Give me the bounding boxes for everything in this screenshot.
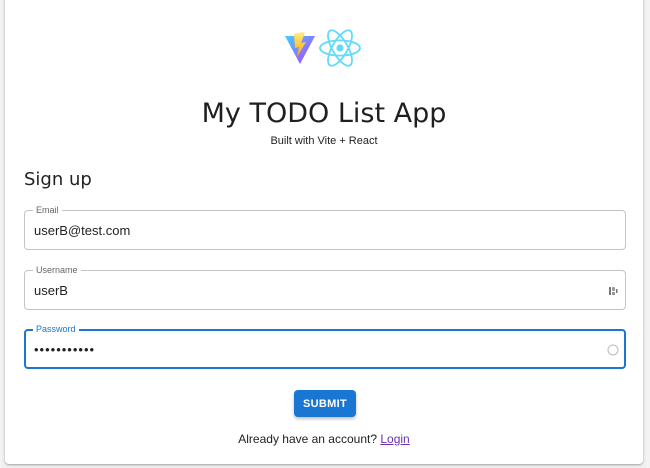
vite-logo-icon: [284, 31, 316, 65]
logo-row: [5, 26, 643, 70]
submit-button[interactable]: SUBMIT: [294, 390, 356, 417]
username-field-label: Username: [33, 264, 81, 276]
login-prompt-text: Already have an account?: [238, 432, 378, 446]
email-field-value[interactable]: userB@test.com: [34, 223, 130, 238]
username-field[interactable]: Username userB: [24, 264, 626, 310]
password-field-label: Password: [33, 323, 79, 335]
email-field[interactable]: Email userB@test.com: [24, 204, 626, 250]
page-subtitle: Built with Vite + React: [270, 135, 378, 147]
login-prompt: Already have an account? Login: [5, 432, 643, 446]
username-field-value[interactable]: userB: [34, 283, 68, 298]
email-field-label: Email: [33, 204, 62, 216]
password-manager-icon[interactable]: [607, 284, 619, 296]
react-logo-icon: [316, 26, 364, 70]
form-title: Sign up: [24, 169, 92, 190]
loading-circle-icon: [607, 343, 619, 356]
password-field-value[interactable]: •••••••••••: [34, 342, 95, 357]
password-field[interactable]: Password •••••••••••: [24, 323, 626, 369]
page-title: My TODO List App: [201, 98, 447, 129]
login-link[interactable]: Login: [380, 432, 409, 446]
signup-card: My TODO List App Built with Vite + React…: [5, 0, 643, 464]
